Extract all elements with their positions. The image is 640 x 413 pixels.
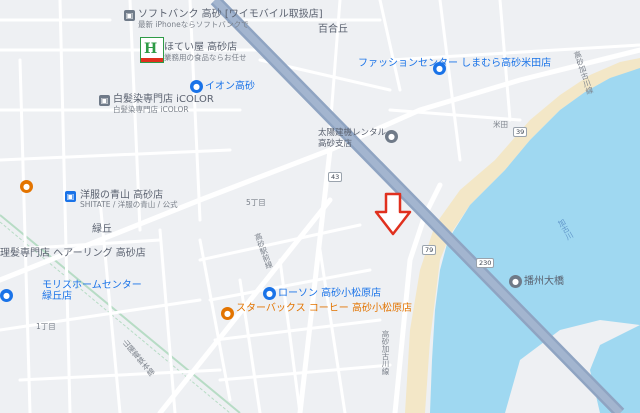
- bag-icon: ●: [0, 289, 13, 302]
- area-midorigaoka: 緑丘: [92, 224, 112, 235]
- road-label-kakogawa2: 高砂加古川線: [381, 330, 390, 375]
- poi-icolor-sub: 白髪染専門店 iCOLOR: [113, 105, 189, 114]
- pin-icon: ●: [385, 130, 398, 143]
- route-43-shield: 43: [328, 172, 343, 182]
- poi-moris-sub: 緑丘店: [42, 291, 72, 302]
- route-79-shield: 79: [422, 245, 437, 255]
- bag-icon: ▣: [65, 191, 76, 202]
- poi-shimamura[interactable]: ファッションセンター しまむら高砂米田店: [358, 58, 551, 69]
- cup-icon: ●: [221, 307, 234, 320]
- poi-softbank-sub: 最新 iPhoneならソフトバンクで: [138, 20, 249, 29]
- route-39-shield: 39: [513, 127, 528, 137]
- area-1chome: 1丁目: [36, 322, 56, 331]
- store-icon: ▣: [124, 10, 135, 21]
- poi-moris[interactable]: モリスホームセンター: [42, 280, 142, 291]
- bag-icon: ●: [433, 62, 446, 75]
- route-230-shield: 230: [476, 258, 495, 268]
- poi-hoteiya-sub: 業務用の食品ならお任せ: [164, 53, 247, 62]
- bag-icon: ●: [190, 80, 203, 93]
- hoteiya-logo: H: [140, 37, 164, 63]
- area-5chome: 5丁目: [246, 198, 266, 207]
- poi-aeon[interactable]: イオン高砂: [205, 81, 255, 92]
- poi-hoteiya[interactable]: ほてい屋 高砂店: [164, 42, 237, 53]
- poi-aoyama-sub: SHITATE / 洋服の青山 / 公式: [80, 200, 178, 209]
- cup-icon: ●: [20, 180, 33, 193]
- poi-softbank[interactable]: ソフトバンク 高砂 [ワイモバイル取扱店]: [138, 9, 323, 20]
- pin-icon: ●: [509, 275, 522, 288]
- poi-specialty[interactable]: 理髪専門店 ヘアーリング 高砂店: [0, 248, 146, 259]
- area-yurigaoka: 百合丘: [318, 24, 348, 35]
- poi-bridge[interactable]: 播州大橋: [524, 276, 564, 287]
- logo-mark-icon: H: [144, 41, 158, 57]
- poi-starbucks[interactable]: スターバックス コーヒー 高砂小松原店: [236, 303, 412, 314]
- poi-lawson[interactable]: ローソン 高砂小松原店: [278, 288, 381, 299]
- poi-rental[interactable]: 太陽建機レンタル 高砂支店: [318, 128, 388, 150]
- poi-icolor[interactable]: 白髪染専門店 iCOLOR: [113, 94, 214, 105]
- area-yoneda: 米田: [493, 120, 508, 129]
- store-icon: ▣: [99, 95, 110, 106]
- bag-icon: ●: [263, 287, 276, 300]
